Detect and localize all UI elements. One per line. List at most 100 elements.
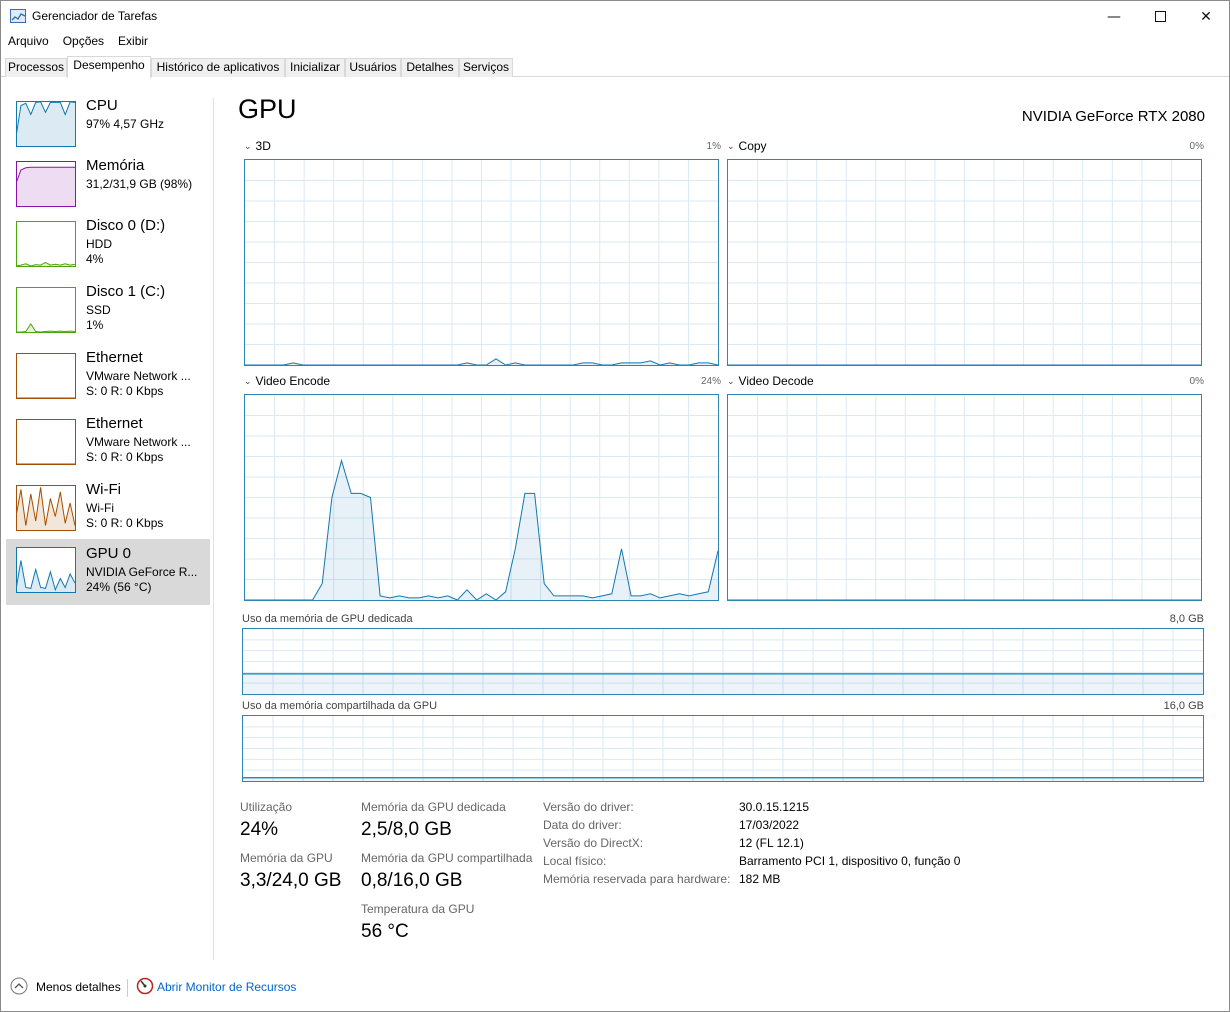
dedicated-memory-label: Uso da memória de GPU dedicada bbox=[242, 613, 413, 625]
resource-monitor-icon[interactable] bbox=[136, 977, 154, 995]
sidebar-item-detail: S: 0 R: 0 Kbps bbox=[86, 450, 164, 464]
info-value: 30.0.15.1215 bbox=[739, 800, 810, 814]
utilization-label: Utilização bbox=[240, 800, 293, 814]
sidebar-item-cpu[interactable]: CPU 97% 4,57 GHz bbox=[6, 97, 210, 161]
chevron-down-icon: ⌄ bbox=[727, 375, 735, 386]
thumbnail-frame bbox=[16, 221, 76, 267]
maximize-icon bbox=[1154, 11, 1166, 22]
series-area bbox=[16, 167, 75, 206]
sidebar-item-detail: SSD bbox=[86, 303, 111, 317]
sidebar-item-title: Ethernet bbox=[86, 349, 143, 366]
title-bar: Gerenciador de Tarefas — ✕ bbox=[1, 1, 1229, 32]
menu-exibir[interactable]: Exibir bbox=[111, 32, 155, 51]
memory-thumbnail bbox=[16, 161, 76, 207]
sidebar-item-detail: NVIDIA GeForce R... bbox=[86, 565, 198, 579]
thumbnail-frame bbox=[16, 419, 76, 465]
sidebar-item-title: GPU 0 bbox=[86, 545, 132, 562]
sidebar-item-detail: 24% (56 °C) bbox=[86, 580, 152, 594]
disk-thumbnail bbox=[16, 221, 76, 267]
sidebar-item-title: Disco 1 (C:) bbox=[86, 283, 166, 300]
engine-name: Video Encode bbox=[255, 374, 331, 388]
tab-strip: Processos Desempenho Histórico de aplica… bbox=[1, 56, 1229, 78]
sidebar-item-memoria[interactable]: Memória 31,2/31,9 GB (98%) bbox=[6, 157, 210, 221]
memory-usage-area bbox=[243, 673, 1203, 694]
dedicated-memory-max: 8,0 GB bbox=[1169, 613, 1204, 625]
engine-selector-3d[interactable]: ⌄ 3D bbox=[244, 139, 271, 153]
graph-video-encode bbox=[244, 394, 719, 601]
menu-opcoes[interactable]: Opções bbox=[56, 32, 111, 51]
shared-memory-stat-value: 0,8/16,0 GB bbox=[361, 870, 463, 891]
close-icon: ✕ bbox=[1200, 8, 1212, 25]
engine-percent: 0% bbox=[1189, 141, 1204, 152]
info-value: 12 (FL 12.1) bbox=[739, 836, 804, 850]
less-details-button[interactable]: Menos detalhes bbox=[36, 980, 121, 994]
sidebar-item-ethernet-1[interactable]: Ethernet VMware Network ... S: 0 R: 0 Kb… bbox=[6, 349, 210, 413]
engine-name: 3D bbox=[255, 139, 271, 153]
engine-selector-video-decode[interactable]: ⌄ Video Decode bbox=[727, 374, 814, 388]
temperature-value: 56 °C bbox=[361, 921, 409, 942]
footer: Menos detalhes Abrir Monitor de Recursos bbox=[1, 973, 1229, 1003]
sidebar-item-disco-0[interactable]: Disco 0 (D:) HDD 4% bbox=[6, 217, 210, 281]
engine-percent: 0% bbox=[1189, 376, 1204, 387]
chevron-down-icon: ⌄ bbox=[244, 375, 252, 386]
sidebar-item-disco-1[interactable]: Disco 1 (C:) SSD 1% bbox=[6, 283, 210, 347]
info-value: Barramento PCI 1, dispositivo 0, função … bbox=[739, 854, 961, 868]
ethernet-thumbnail bbox=[16, 353, 76, 399]
sidebar-item-detail: 1% bbox=[86, 318, 104, 332]
sidebar-item-detail: VMware Network ... bbox=[86, 435, 191, 449]
menu-bar: Arquivo Opções Exibir bbox=[1, 32, 155, 51]
sidebar-item-detail: 31,2/31,9 GB (98%) bbox=[86, 177, 193, 191]
sidebar-item-title: Disco 0 (D:) bbox=[86, 217, 166, 234]
info-key: Data do driver: bbox=[543, 818, 622, 832]
collapse-chevron-icon[interactable] bbox=[10, 977, 28, 995]
shared-memory-stat-label: Memória da GPU compartilhada bbox=[361, 851, 533, 865]
engine-percent: 1% bbox=[706, 141, 721, 152]
sidebar-item-title: Ethernet bbox=[86, 415, 143, 432]
dedicated-memory-graph bbox=[242, 628, 1204, 695]
graph-3d bbox=[244, 159, 719, 366]
graph-copy bbox=[727, 159, 1202, 366]
engine-percent: 24% bbox=[700, 376, 721, 387]
minimize-button[interactable]: — bbox=[1091, 1, 1137, 32]
maximize-button[interactable] bbox=[1137, 1, 1183, 32]
sidebar-item-gpu-0[interactable]: GPU 0 NVIDIA GeForce R... 24% (56 °C) bbox=[6, 539, 210, 605]
engine-selector-copy[interactable]: ⌄ Copy bbox=[727, 139, 767, 153]
menu-arquivo[interactable]: Arquivo bbox=[1, 32, 56, 51]
sidebar-item-detail: Wi-Fi bbox=[86, 501, 114, 515]
tab-desempenho[interactable]: Desempenho bbox=[67, 56, 151, 78]
close-button[interactable]: ✕ bbox=[1183, 1, 1229, 32]
thumbnail-frame bbox=[16, 287, 76, 333]
performance-sidebar: CPU 97% 4,57 GHz Memória 31,2/31,9 GB (9… bbox=[1, 78, 213, 958]
gpu-model-name: NVIDIA GeForce RTX 2080 bbox=[1021, 108, 1205, 125]
minimize-icon: — bbox=[1107, 8, 1121, 25]
page-title: GPU bbox=[238, 94, 297, 124]
sidebar-item-ethernet-2[interactable]: Ethernet VMware Network ... S: 0 R: 0 Kb… bbox=[6, 415, 210, 479]
temperature-label: Temperatura da GPU bbox=[361, 902, 475, 916]
footer-separator bbox=[127, 979, 128, 997]
tab-historico[interactable]: Histórico de aplicativos bbox=[151, 58, 285, 77]
tab-usuarios[interactable]: Usuários bbox=[345, 58, 401, 77]
info-value: 182 MB bbox=[739, 872, 781, 886]
chevron-down-icon: ⌄ bbox=[727, 140, 735, 151]
shared-memory-graph bbox=[242, 715, 1204, 782]
open-resource-monitor-link[interactable]: Abrir Monitor de Recursos bbox=[157, 980, 296, 994]
disk-thumbnail bbox=[16, 287, 76, 333]
sidebar-item-detail: 4% bbox=[86, 252, 104, 266]
gpu-thumbnail bbox=[16, 547, 76, 593]
tab-inicializar[interactable]: Inicializar bbox=[285, 58, 345, 77]
sidebar-item-wifi[interactable]: Wi-Fi Wi-Fi S: 0 R: 0 Kbps bbox=[6, 481, 210, 545]
shared-memory-label: Uso da memória compartilhada da GPU bbox=[242, 700, 438, 712]
sidebar-item-title: CPU bbox=[86, 97, 118, 114]
tab-servicos[interactable]: Serviços bbox=[459, 58, 513, 77]
engine-selector-video-encode[interactable]: ⌄ Video Encode bbox=[244, 374, 330, 388]
gpu-memory-label: Memória da GPU bbox=[240, 851, 333, 865]
tab-processos[interactable]: Processos bbox=[5, 58, 67, 77]
cpu-thumbnail bbox=[16, 101, 76, 147]
task-manager-window: Gerenciador de Tarefas — ✕ Arquivo Opçõe… bbox=[0, 0, 1230, 1012]
sidebar-item-detail: VMware Network ... bbox=[86, 369, 191, 383]
sidebar-item-title: Wi-Fi bbox=[86, 481, 121, 498]
wifi-thumbnail bbox=[16, 485, 76, 531]
info-key: Local físico: bbox=[543, 854, 607, 868]
task-manager-icon bbox=[10, 9, 26, 23]
tab-detalhes[interactable]: Detalhes bbox=[401, 58, 459, 77]
